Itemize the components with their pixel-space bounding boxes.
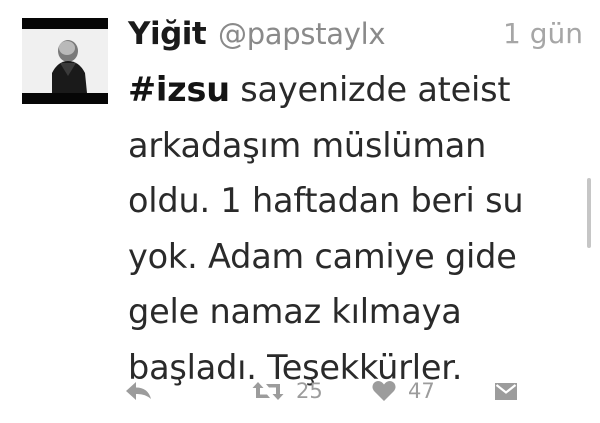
action-bar: 25 47 xyxy=(0,371,600,411)
like-count: 47 xyxy=(408,379,435,403)
tweet-text: #izsu sayenizde ateist arkadaşım müslüma… xyxy=(128,62,568,395)
retweet-button[interactable]: 25 xyxy=(251,371,323,411)
retweet-icon xyxy=(252,382,284,400)
reply-button[interactable] xyxy=(124,371,154,411)
heart-icon xyxy=(372,381,396,401)
avatar-photo xyxy=(22,18,108,104)
scrollbar[interactable] xyxy=(587,178,591,248)
retweet-count: 25 xyxy=(296,379,323,403)
avatar[interactable] xyxy=(22,18,108,104)
envelope-icon xyxy=(495,383,517,400)
tweet-header: Yiğit @papstaylx 1 gün xyxy=(128,12,583,56)
tweet-text-segment: sayenizde ateist xyxy=(229,70,511,109)
author-name[interactable]: Yiğit xyxy=(128,12,207,56)
tweet-card[interactable]: Yiğit @papstaylx 1 gün #izsu sayenizde a… xyxy=(0,0,600,423)
tweet-text-line: oldu. 1 haftadan beri su xyxy=(128,181,524,220)
hashtag-link[interactable]: #izsu xyxy=(128,70,230,109)
tweet-text-line: yok. Adam camiye gide xyxy=(128,236,517,276)
author-handle[interactable]: @papstaylx xyxy=(218,12,386,56)
direct-message-button[interactable] xyxy=(493,371,519,411)
like-button[interactable]: 47 xyxy=(371,371,435,411)
tweet-text-line: #izsu sayenizde ateist xyxy=(128,62,568,118)
timestamp: 1 gün xyxy=(503,17,583,50)
reply-icon xyxy=(126,382,151,400)
tweet-text-line: arkadaşım müslüman xyxy=(128,125,487,165)
tweet-text-line: gele namaz kılmaya xyxy=(128,292,462,331)
